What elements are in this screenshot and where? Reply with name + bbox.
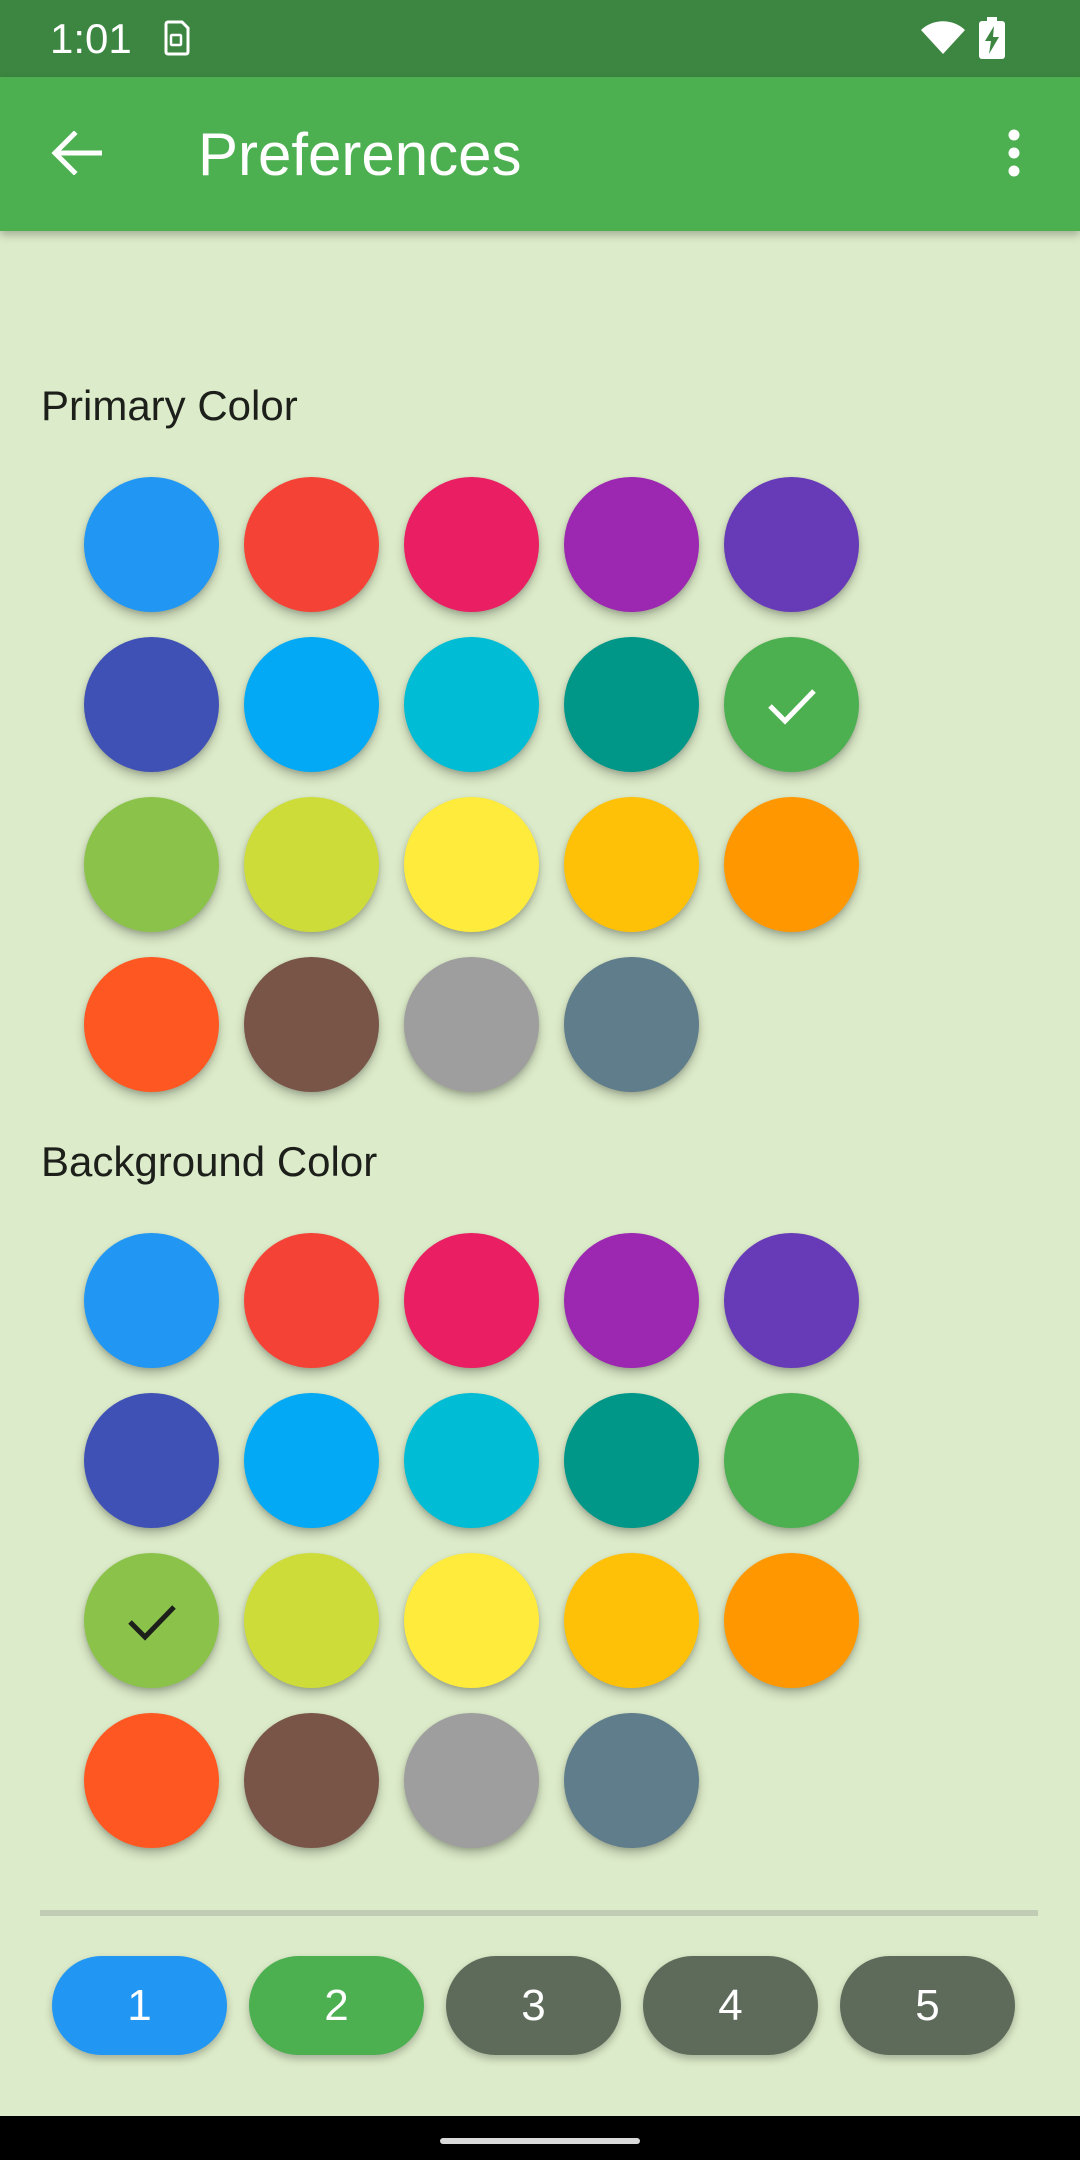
back-button[interactable] — [40, 117, 112, 189]
background-color-label: Background Color — [41, 1138, 378, 1185]
background-color-swatch[interactable] — [404, 1713, 539, 1848]
primary-color-swatch[interactable] — [404, 637, 539, 772]
page-button[interactable]: 1 — [52, 1956, 227, 2055]
primary-color-swatch[interactable] — [404, 797, 539, 932]
background-color-swatch[interactable] — [724, 1233, 859, 1368]
background-color-swatch-selected[interactable] — [84, 1553, 219, 1688]
status-bar: 1:01 — [0, 0, 1080, 77]
status-time: 1:01 — [50, 15, 132, 62]
navigation-bar — [0, 2116, 1080, 2160]
primary-color-swatch[interactable] — [724, 477, 859, 612]
gesture-handle[interactable] — [440, 2138, 640, 2144]
primary-color-swatch[interactable] — [724, 797, 859, 932]
more-vert-icon — [1008, 129, 1020, 177]
background-color-swatch[interactable] — [564, 1233, 699, 1368]
app-bar: Preferences — [0, 77, 1080, 231]
primary-color-swatch[interactable] — [84, 477, 219, 612]
background-color-swatch[interactable] — [244, 1713, 379, 1848]
check-icon — [127, 1604, 176, 1641]
primary-color-swatch[interactable] — [244, 637, 379, 772]
page-button[interactable]: 4 — [643, 1956, 818, 2055]
page-button[interactable]: 5 — [840, 1956, 1015, 2055]
background-color-grid — [84, 1233, 914, 1848]
arrow-back-icon — [51, 131, 102, 175]
primary-color-label: Primary Color — [41, 382, 298, 429]
wifi-icon — [921, 21, 965, 54]
preferences-screen: 1:01 Preferences Primary Color Backgroun… — [0, 0, 1080, 2160]
primary-color-swatch[interactable] — [84, 797, 219, 932]
background-color-swatch[interactable] — [404, 1553, 539, 1688]
background-color-swatch[interactable] — [244, 1553, 379, 1688]
background-color-swatch[interactable] — [724, 1553, 859, 1688]
page-button[interactable]: 2 — [249, 1956, 424, 2055]
primary-color-swatch[interactable] — [404, 957, 539, 1092]
background-color-swatch[interactable] — [564, 1553, 699, 1688]
page-button[interactable]: 3 — [446, 1956, 621, 2055]
sim-icon — [164, 20, 190, 56]
primary-color-swatch[interactable] — [404, 477, 539, 612]
primary-color-swatch[interactable] — [244, 797, 379, 932]
page-title: Preferences — [198, 121, 522, 188]
primary-color-swatch[interactable] — [84, 637, 219, 772]
background-color-swatch[interactable] — [404, 1393, 539, 1528]
primary-color-swatch-selected[interactable] — [724, 637, 859, 772]
background-color-swatch[interactable] — [404, 1233, 539, 1368]
primary-color-swatch[interactable] — [564, 637, 699, 772]
primary-color-swatch[interactable] — [84, 957, 219, 1092]
background-color-swatch[interactable] — [84, 1393, 219, 1528]
primary-color-swatch[interactable] — [564, 797, 699, 932]
background-color-swatch[interactable] — [244, 1233, 379, 1368]
primary-color-grid — [84, 477, 914, 1092]
background-color-swatch[interactable] — [724, 1393, 859, 1528]
primary-color-swatch[interactable] — [564, 957, 699, 1092]
background-color-swatch[interactable] — [564, 1393, 699, 1528]
check-icon — [767, 688, 816, 725]
divider — [40, 1910, 1038, 1916]
background-color-swatch[interactable] — [244, 1393, 379, 1528]
primary-color-swatch[interactable] — [244, 957, 379, 1092]
background-color-swatch[interactable] — [564, 1713, 699, 1848]
background-color-swatch[interactable] — [84, 1233, 219, 1368]
overflow-menu-button[interactable] — [992, 117, 1036, 189]
background-color-swatch[interactable] — [84, 1713, 219, 1848]
page-selector: 12345 — [52, 1956, 1052, 2056]
battery-charging-icon — [979, 17, 1005, 59]
primary-color-swatch[interactable] — [244, 477, 379, 612]
primary-color-swatch[interactable] — [564, 477, 699, 612]
